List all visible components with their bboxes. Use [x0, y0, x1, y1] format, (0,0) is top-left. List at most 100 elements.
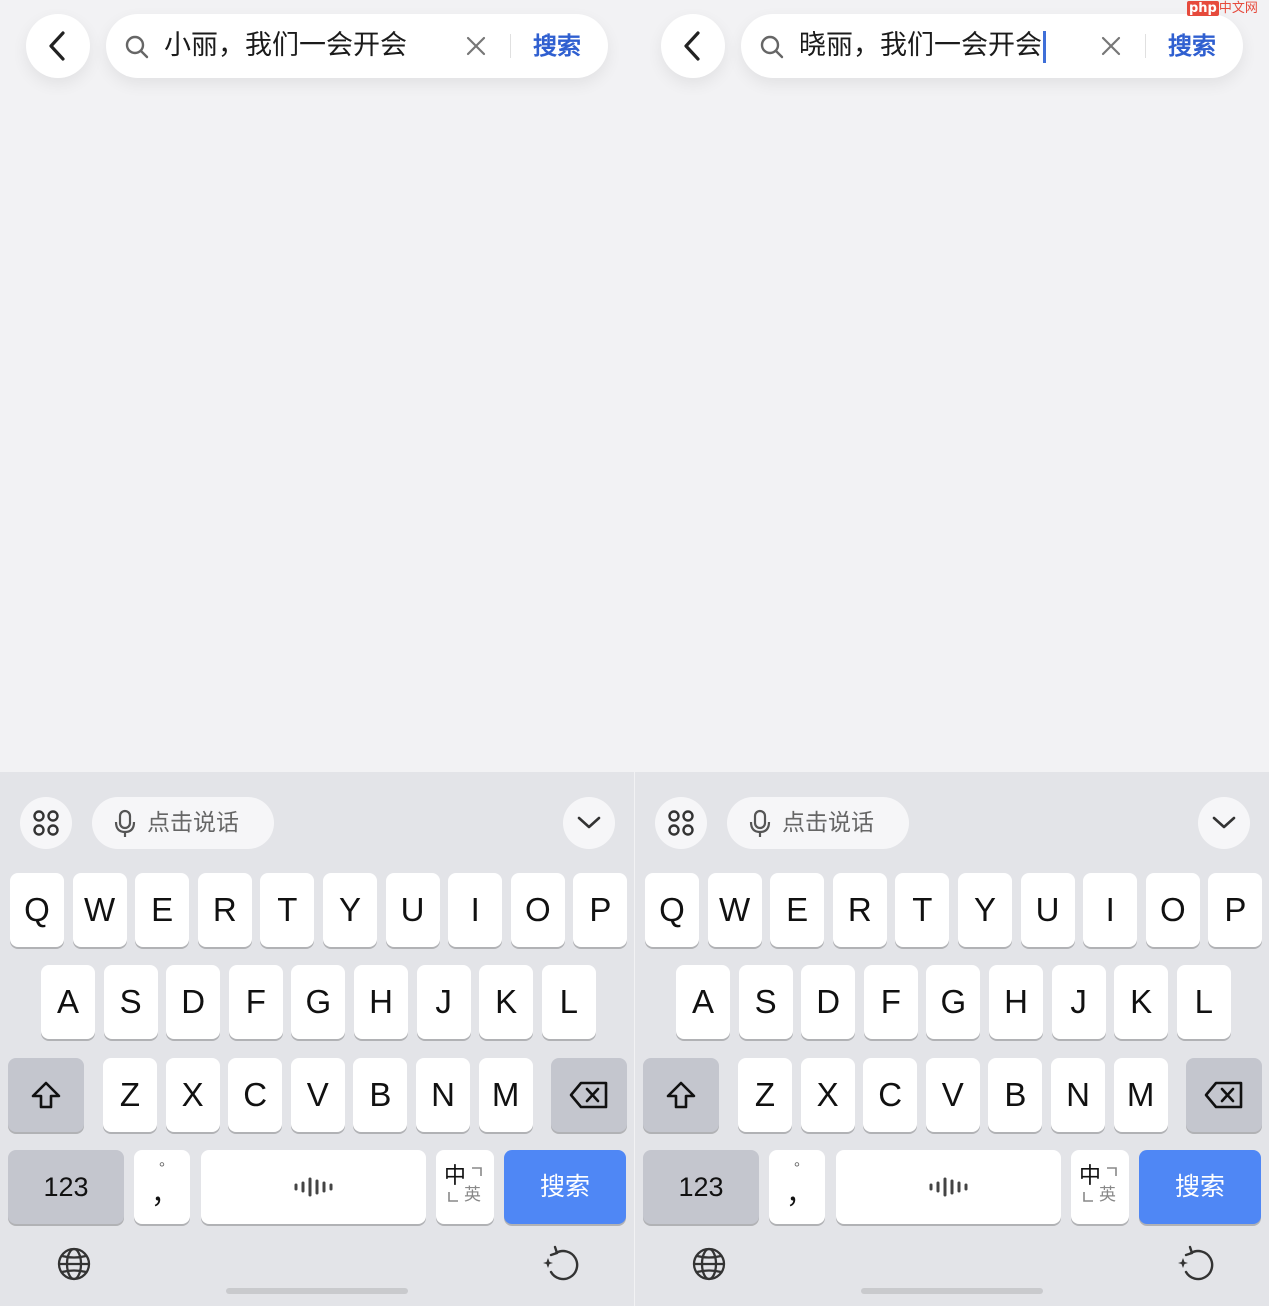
key-i[interactable]: I: [448, 873, 503, 947]
key-r[interactable]: R: [197, 873, 252, 947]
key-m[interactable]: M: [1113, 1058, 1168, 1132]
key-a[interactable]: A: [41, 965, 95, 1039]
search-button[interactable]: 搜索: [522, 29, 592, 63]
key-v[interactable]: V: [290, 1058, 345, 1132]
collapse-chevron-icon: [1212, 816, 1236, 829]
key-o[interactable]: O: [1145, 873, 1200, 947]
globe-icon[interactable]: [56, 1246, 92, 1282]
key-q[interactable]: Q: [10, 873, 64, 947]
search-bar[interactable]: 小丽，我们一会开会 搜索: [106, 14, 608, 78]
panel-left: 小丽，我们一会开会 搜索 点击说话 QWERTYUIOP ASDFGHJKL Z…: [0, 0, 634, 1306]
key-m[interactable]: M: [478, 1058, 533, 1132]
space-key[interactable]: [836, 1150, 1061, 1224]
key-w[interactable]: W: [707, 873, 762, 947]
key-p[interactable]: P: [1208, 873, 1263, 947]
globe-icon[interactable]: [691, 1246, 727, 1282]
voice-input-label: 点击说话: [147, 810, 239, 836]
key-s[interactable]: S: [738, 965, 793, 1039]
punctuation-key[interactable]: ° ，: [134, 1150, 190, 1224]
switch-arrow-icon: [1083, 1192, 1093, 1202]
key-a[interactable]: A: [676, 965, 730, 1039]
key-t[interactable]: T: [895, 873, 950, 947]
backspace-icon: [1204, 1081, 1243, 1109]
key-k[interactable]: K: [1114, 965, 1169, 1039]
key-b[interactable]: B: [988, 1058, 1043, 1132]
backspace-key[interactable]: [551, 1058, 627, 1132]
collapse-keyboard-button[interactable]: [1198, 797, 1250, 849]
back-button[interactable]: [661, 14, 725, 78]
key-h[interactable]: H: [354, 965, 408, 1039]
search-bar[interactable]: 晓丽，我们一会开会 搜索: [741, 14, 1243, 78]
shift-arrow-icon: [31, 1081, 61, 1109]
shift-key[interactable]: [643, 1058, 719, 1132]
keyboard: 点击说话 QWERTYUIOP ASDFGHJKL ZXCVBNM 123 ° …: [0, 772, 634, 1306]
voice-input-button[interactable]: 点击说话: [92, 797, 274, 849]
key-d[interactable]: D: [166, 965, 221, 1039]
key-z[interactable]: Z: [103, 1058, 157, 1132]
key-h[interactable]: H: [989, 965, 1043, 1039]
shift-arrow-icon: [666, 1081, 696, 1109]
clear-icon[interactable]: [464, 34, 488, 58]
language-switch-key[interactable]: 中 英: [436, 1150, 494, 1224]
numbers-key[interactable]: 123: [8, 1150, 124, 1224]
key-o[interactable]: O: [510, 873, 565, 947]
key-u[interactable]: U: [385, 873, 440, 947]
key-g[interactable]: G: [926, 965, 981, 1039]
key-y[interactable]: Y: [323, 873, 377, 947]
search-input[interactable]: 晓丽，我们一会开会: [799, 28, 1046, 64]
clear-icon[interactable]: [1099, 34, 1123, 58]
key-s[interactable]: S: [103, 965, 158, 1039]
key-y[interactable]: Y: [958, 873, 1012, 947]
space-waveform-icon: [929, 1177, 968, 1197]
search-enter-key[interactable]: 搜索: [1139, 1150, 1261, 1224]
key-e[interactable]: E: [135, 873, 190, 947]
key-d[interactable]: D: [801, 965, 856, 1039]
key-x[interactable]: X: [800, 1058, 855, 1132]
space-key[interactable]: [201, 1150, 426, 1224]
key-q[interactable]: Q: [645, 873, 699, 947]
key-n[interactable]: N: [416, 1058, 470, 1132]
refresh-sparkle-icon[interactable]: [542, 1244, 582, 1284]
key-r[interactable]: R: [832, 873, 887, 947]
key-i[interactable]: I: [1083, 873, 1138, 947]
key-k[interactable]: K: [479, 965, 534, 1039]
search-divider: [1145, 34, 1146, 58]
home-indicator: [226, 1288, 408, 1294]
apps-button[interactable]: [655, 797, 707, 849]
collapse-keyboard-button[interactable]: [563, 797, 615, 849]
apps-button[interactable]: [20, 797, 72, 849]
key-f[interactable]: F: [228, 965, 283, 1039]
key-c[interactable]: C: [863, 1058, 918, 1132]
key-b[interactable]: B: [353, 1058, 408, 1132]
numbers-key[interactable]: 123: [643, 1150, 759, 1224]
back-chevron-icon: [49, 31, 65, 61]
key-x[interactable]: X: [165, 1058, 220, 1132]
key-l[interactable]: L: [541, 965, 596, 1039]
backspace-key[interactable]: [1186, 1058, 1262, 1132]
key-c[interactable]: C: [228, 1058, 283, 1132]
language-switch-key[interactable]: 中 英: [1071, 1150, 1129, 1224]
key-g[interactable]: G: [291, 965, 346, 1039]
key-v[interactable]: V: [925, 1058, 980, 1132]
shift-key[interactable]: [8, 1058, 84, 1132]
key-n[interactable]: N: [1051, 1058, 1105, 1132]
key-t[interactable]: T: [260, 873, 315, 947]
key-j[interactable]: J: [1051, 965, 1106, 1039]
apps-grid-icon: [668, 810, 694, 836]
key-u[interactable]: U: [1020, 873, 1075, 947]
refresh-sparkle-icon[interactable]: [1177, 1244, 1217, 1284]
punctuation-key[interactable]: ° ，: [769, 1150, 825, 1224]
search-enter-key[interactable]: 搜索: [504, 1150, 626, 1224]
key-p[interactable]: P: [573, 873, 628, 947]
voice-input-button[interactable]: 点击说话: [727, 797, 909, 849]
key-w[interactable]: W: [72, 873, 127, 947]
back-button[interactable]: [26, 14, 90, 78]
key-f[interactable]: F: [863, 965, 918, 1039]
key-l[interactable]: L: [1176, 965, 1231, 1039]
search-button[interactable]: 搜索: [1157, 29, 1227, 63]
search-input[interactable]: 小丽，我们一会开会: [164, 28, 407, 64]
key-j[interactable]: J: [416, 965, 471, 1039]
key-e[interactable]: E: [770, 873, 825, 947]
switch-arrow-icon: [472, 1167, 482, 1176]
key-z[interactable]: Z: [738, 1058, 792, 1132]
